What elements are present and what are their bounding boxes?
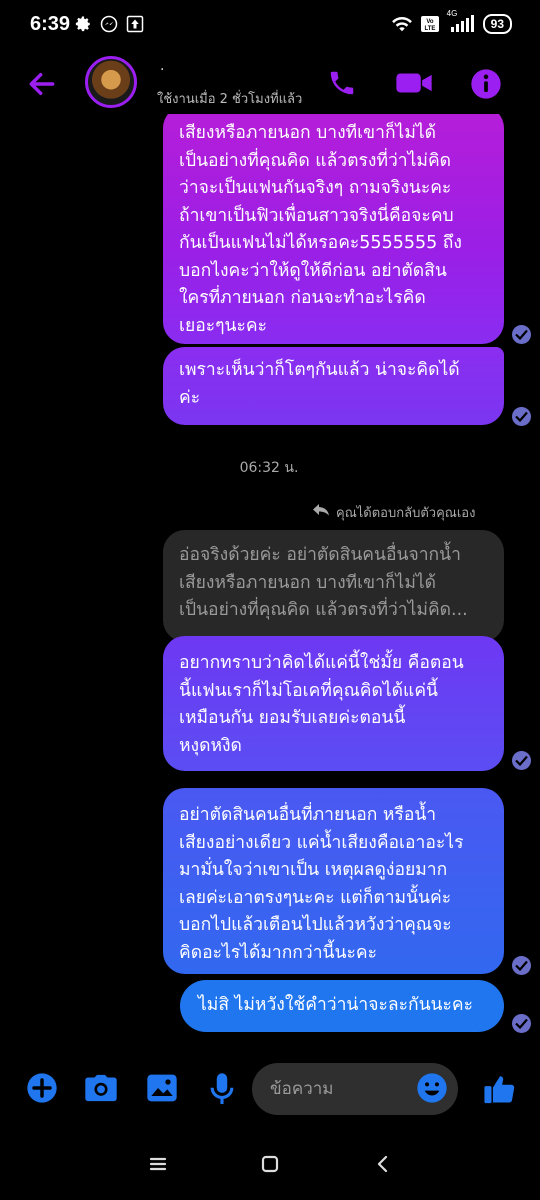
reply-arrow-icon xyxy=(313,504,329,516)
gear-icon xyxy=(75,16,90,32)
seen-check-icon xyxy=(512,956,531,975)
gallery-icon[interactable] xyxy=(146,1072,178,1104)
message-bubble[interactable]: เสียงหรือภายนอก บางทีเขาก็ไม่ได้ เป็นอย่… xyxy=(163,114,504,344)
recent-apps-icon[interactable] xyxy=(148,1155,168,1173)
messenger-icon xyxy=(100,15,118,33)
status-right: Vo LTE 4G 93 xyxy=(391,9,512,34)
camera-icon[interactable] xyxy=(84,1072,118,1104)
message-bubble[interactable]: อย่าตัดสินคนอื่นที่ภายนอก หรือน้ำ เสียงอ… xyxy=(163,788,504,974)
seen-check-icon xyxy=(512,407,531,426)
status-bar: 6:39 Vo LTE 4G 93 xyxy=(0,0,540,52)
battery-indicator: 93 xyxy=(482,14,512,34)
last-active-status: ใช้งานเมื่อ 2 ชั่วโมงที่แล้ว xyxy=(157,92,303,107)
svg-text:LTE: LTE xyxy=(424,26,435,32)
status-time: 6:39 xyxy=(30,13,71,35)
video-camera-icon[interactable] xyxy=(395,68,433,98)
timestamp-divider: 06:32 น. xyxy=(0,457,540,479)
contact-name[interactable]: · xyxy=(160,62,164,78)
message-composer: ข้อความ xyxy=(0,1060,540,1120)
plus-icon[interactable] xyxy=(26,1072,58,1104)
thumbs-up-icon[interactable] xyxy=(483,1072,517,1106)
emoji-icon[interactable] xyxy=(416,1072,448,1104)
info-icon[interactable] xyxy=(470,68,502,100)
upload-icon xyxy=(126,15,144,33)
wifi-icon xyxy=(391,16,412,32)
microphone-icon[interactable] xyxy=(208,1072,236,1106)
avatar[interactable] xyxy=(85,56,137,108)
message-bubble[interactable]: เพราะเห็นว่าก็โตๆกันแล้ว น่าจะคิดได้ ค่ะ xyxy=(163,347,504,425)
timestamp-text: 06:32 น. xyxy=(239,460,299,476)
message-bubble[interactable]: อยากทราบว่าคิดได้แค่นี้ใช่มั้ย คือตอน นี… xyxy=(163,636,504,771)
message-thread[interactable]: เสียงหรือภายนอก บางทีเขาก็ไม่ได้ เป็นอย่… xyxy=(0,114,540,1044)
seen-check-icon xyxy=(512,1014,531,1033)
seen-check-icon xyxy=(512,751,531,770)
reply-indicator: คุณได้ตอบกลับตัวคุณเอง xyxy=(313,502,476,523)
message-bubble[interactable]: ไม่สิ ไม่หวังใช้คำว่าน่าจะละกันนะคะ xyxy=(180,980,504,1032)
back-arrow-icon[interactable] xyxy=(26,68,58,100)
system-navigation-bar xyxy=(0,1140,540,1190)
quoted-message[interactable]: อ่อจริงด้วยค่ะ อย่าตัดสินคนอื่นจากน้ำ เส… xyxy=(163,530,504,642)
home-icon[interactable] xyxy=(260,1155,280,1173)
seen-check-icon xyxy=(512,325,531,344)
signal-icon: 4G xyxy=(447,9,475,33)
back-nav-icon[interactable] xyxy=(373,1155,393,1173)
volte-icon: Vo LTE xyxy=(420,16,439,32)
chat-header: · ใช้งานเมื่อ 2 ชั่วโมงที่แล้ว xyxy=(0,52,540,114)
reply-note: คุณได้ตอบกลับตัวคุณเอง xyxy=(336,506,476,521)
phone-icon[interactable] xyxy=(327,68,357,98)
svg-text:Vo: Vo xyxy=(426,19,434,25)
